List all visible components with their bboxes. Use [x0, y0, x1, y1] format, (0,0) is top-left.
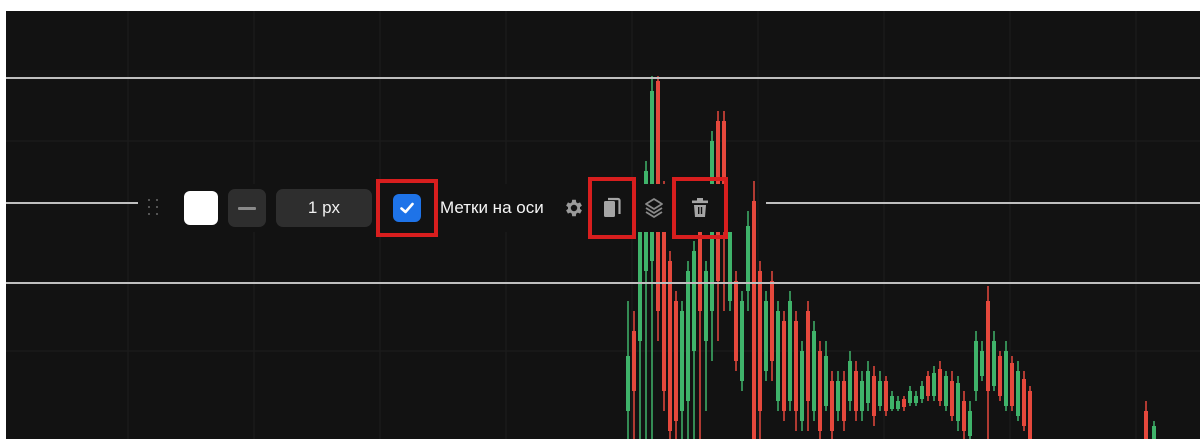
candle-body: [884, 381, 888, 411]
candle-body: [698, 231, 702, 311]
candle-body: [728, 221, 732, 301]
candle-body: [950, 381, 954, 416]
drawing-toolbar: 1 px Метки на оси: [138, 177, 734, 239]
candle-body: [878, 381, 882, 406]
candle-body: [1028, 391, 1032, 439]
delete-button[interactable]: [688, 196, 712, 220]
axis-labels-checkbox-highlight: [376, 179, 438, 237]
settings-button[interactable]: [562, 196, 586, 220]
candle-body: [650, 91, 654, 261]
candle-body: [1152, 426, 1156, 439]
candle-body: [764, 301, 768, 371]
trash-icon: [691, 198, 708, 217]
candle-body: [776, 311, 780, 401]
candle-body: [836, 381, 840, 411]
candle-body: [998, 356, 1002, 396]
candle-body: [734, 281, 738, 361]
axis-labels-label: Метки на оси: [440, 198, 544, 217]
candle-body: [962, 401, 966, 431]
candle-body: [902, 399, 906, 407]
candle-body: [746, 226, 750, 291]
copy-button[interactable]: [600, 196, 624, 220]
candle-body: [860, 381, 864, 411]
line-width-selector[interactable]: 1 px: [276, 189, 372, 227]
candle-body: [926, 376, 930, 396]
candle-body: [806, 311, 810, 401]
chart-area[interactable]: 1 px Метки на оси: [6, 11, 1200, 439]
candle-body: [632, 331, 636, 391]
candle-body: [842, 381, 846, 421]
candle-body: [920, 386, 924, 399]
candle-body: [668, 261, 672, 431]
candle-body: [1010, 363, 1014, 406]
candle-body: [812, 331, 816, 411]
layers-button[interactable]: [642, 196, 666, 220]
candle-body: [914, 396, 918, 403]
drag-handle-icon[interactable]: [148, 198, 162, 218]
candle-body: [980, 351, 984, 376]
candle-body: [896, 401, 900, 409]
candle-body: [686, 271, 690, 401]
candle-body: [932, 373, 936, 396]
candle-body: [680, 311, 684, 411]
candle-body: [824, 356, 828, 406]
candle-body: [626, 356, 630, 411]
copy-button-highlight: [587, 177, 636, 239]
delete-button-highlight: [671, 177, 728, 239]
line-style-icon: [238, 206, 256, 210]
candle-body: [818, 351, 822, 431]
checkmark-icon: [400, 202, 414, 214]
candle-body: [794, 321, 798, 411]
candle-body: [968, 411, 972, 436]
gear-icon: [565, 199, 582, 217]
candle-body: [1004, 351, 1008, 406]
layers-icon: [644, 198, 663, 218]
candle-body: [752, 201, 756, 439]
axis-labels-checkbox[interactable]: [393, 194, 421, 222]
candle-body: [872, 376, 876, 416]
candle-body: [908, 391, 912, 403]
line-color-swatch[interactable]: [184, 191, 218, 225]
candle-body: [890, 396, 894, 409]
candle-body: [848, 361, 852, 401]
candle-body: [956, 383, 960, 421]
candle-body: [944, 376, 948, 406]
candlestick-series: [626, 76, 1156, 439]
candle-body: [938, 369, 942, 401]
line-style-button[interactable]: [228, 189, 266, 227]
candle-body: [1144, 411, 1148, 439]
copy-icon: [603, 197, 621, 217]
candle-body: [800, 351, 804, 421]
candle-body: [1016, 371, 1020, 416]
candle-body: [986, 301, 990, 391]
candle-body: [782, 321, 786, 411]
candle-body: [866, 371, 870, 403]
candle-body: [788, 301, 792, 401]
candle-body: [1022, 379, 1026, 426]
candle-body: [740, 301, 744, 381]
candle-body: [674, 301, 678, 421]
candle-body: [854, 371, 858, 411]
candle-body: [704, 271, 708, 341]
candle-body: [692, 251, 696, 351]
candle-body: [830, 381, 834, 431]
candle-body: [992, 341, 996, 386]
candle-body: [974, 341, 978, 391]
candle-body: [758, 271, 762, 411]
candle-body: [770, 281, 774, 361]
